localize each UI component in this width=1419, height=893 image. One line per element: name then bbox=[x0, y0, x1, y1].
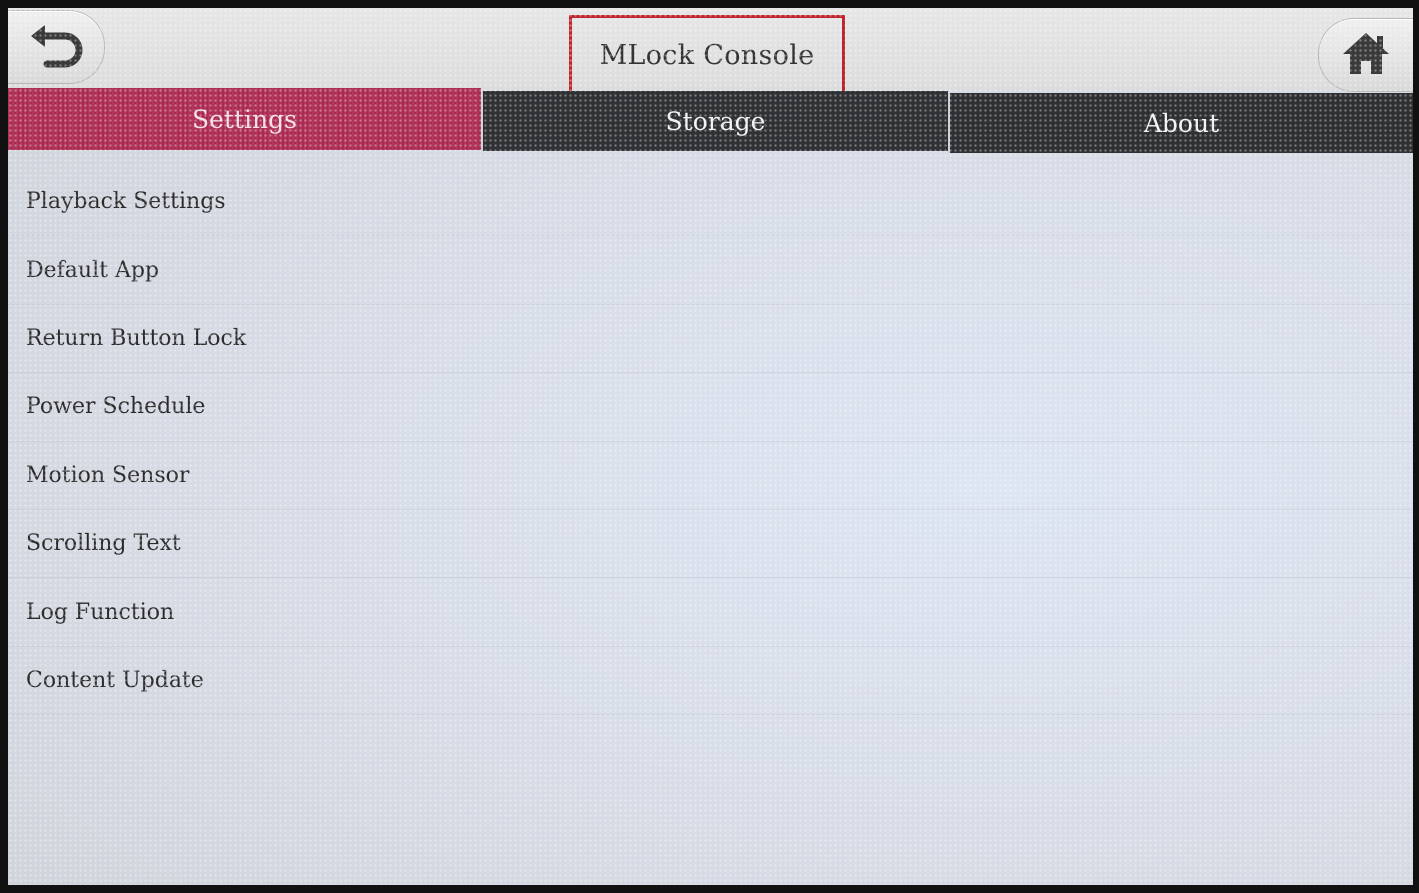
menu-item-scrolling-text[interactable]: Scrolling Text bbox=[8, 510, 1413, 579]
device-screen: MLock Console Settings Storage About Pla… bbox=[8, 8, 1413, 885]
tab-bar: Settings Storage About bbox=[8, 88, 1413, 153]
menu-item-default-app[interactable]: Default App bbox=[8, 236, 1413, 305]
tab-about[interactable]: About bbox=[948, 93, 1413, 153]
menu-item-motion-sensor[interactable]: Motion Sensor bbox=[8, 442, 1413, 510]
back-arrow-icon bbox=[27, 22, 85, 72]
menu-item-power-schedule[interactable]: Power Schedule bbox=[8, 373, 1413, 442]
menu-item-return-button-lock[interactable]: Return Button Lock bbox=[8, 305, 1413, 374]
title-highlight-box: MLock Console bbox=[569, 15, 845, 95]
back-button[interactable] bbox=[8, 10, 105, 84]
menu-item-log-function[interactable]: Log Function bbox=[8, 578, 1413, 647]
home-button[interactable] bbox=[1318, 18, 1413, 92]
tab-settings[interactable]: Settings bbox=[8, 88, 481, 150]
page-title: MLock Console bbox=[599, 39, 815, 71]
header-bar: MLock Console bbox=[8, 8, 1413, 95]
home-icon bbox=[1340, 30, 1392, 80]
tab-storage[interactable]: Storage bbox=[481, 91, 948, 151]
settings-menu: Playback Settings Default App Return But… bbox=[8, 168, 1413, 716]
menu-item-playback-settings[interactable]: Playback Settings bbox=[8, 168, 1413, 237]
menu-item-content-update[interactable]: Content Update bbox=[8, 647, 1413, 716]
